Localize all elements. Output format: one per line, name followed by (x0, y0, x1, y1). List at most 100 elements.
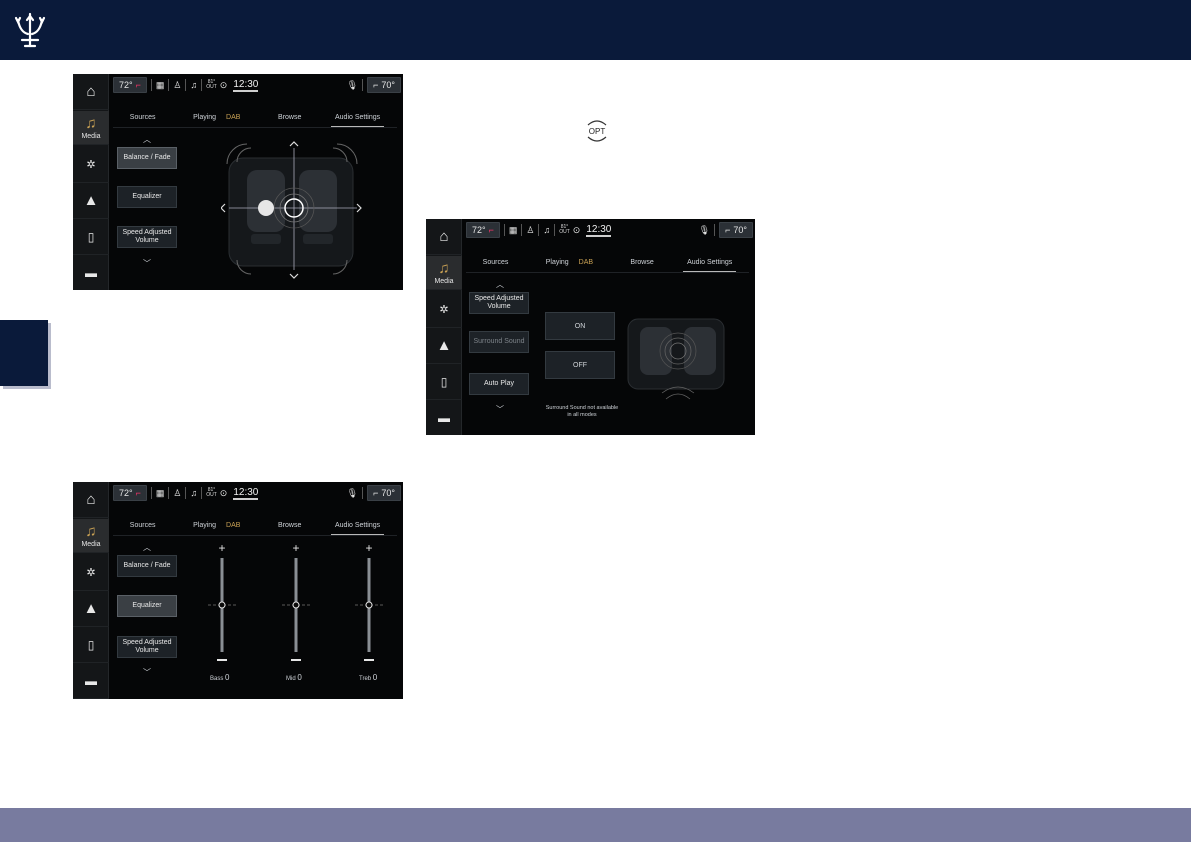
speed-adjusted-volume-button[interactable]: Speed Adjusted Volume (117, 226, 177, 248)
plus-icon[interactable]: + (218, 541, 225, 555)
surround-off-button[interactable]: OFF (545, 351, 615, 379)
balance-handle[interactable] (258, 200, 274, 216)
home-icon: ⌂ (439, 228, 449, 245)
right-arrow-icon[interactable] (356, 203, 362, 213)
temp-right-chip[interactable]: ⌐ 70° (719, 222, 753, 238)
tab-browse[interactable]: Browse (626, 259, 657, 272)
left-arrow-icon[interactable] (221, 203, 226, 213)
tab-sources[interactable]: Sources (126, 522, 160, 535)
phone-icon: ▯ (440, 374, 448, 389)
scroll-up-icon[interactable]: ︿ (141, 134, 153, 145)
plus-icon[interactable]: + (365, 541, 372, 555)
scroll-up-icon[interactable]: ︿ (141, 542, 153, 553)
minus-icon[interactable] (217, 659, 227, 661)
tab-sources[interactable]: Sources (126, 114, 160, 127)
minus-icon[interactable] (291, 659, 301, 661)
media-button[interactable]: ♫ Media (73, 111, 109, 145)
temp-left-chip[interactable]: 72° ⌐ (113, 485, 147, 501)
equalizer-button[interactable]: Equalizer (117, 186, 177, 208)
tab-audio-settings[interactable]: Audio Settings (330, 522, 385, 535)
tab-sources[interactable]: Sources (479, 259, 513, 272)
home-button[interactable]: ⌂ (73, 74, 109, 110)
divider (503, 224, 505, 236)
microphone-icon[interactable]: 🎙 (347, 80, 358, 91)
home-button[interactable]: ⌂ (73, 482, 109, 518)
divider (714, 224, 716, 236)
vehicle-button[interactable]: ▬ (426, 400, 462, 435)
home-button[interactable]: ⌂ (426, 219, 462, 255)
scroll-down-icon[interactable]: ﹀ (494, 404, 506, 415)
music-note-icon: ♫ (85, 523, 97, 540)
nav-rail: ⌂ ♫ Media ✲ ▲ ▯ ▬ (426, 219, 462, 435)
microphone-icon[interactable]: 🎙 (699, 225, 710, 236)
scroll-down-icon[interactable]: ﹀ (141, 258, 153, 269)
equalizer-button[interactable]: Equalizer (117, 595, 177, 617)
tab-browse[interactable]: Browse (274, 114, 305, 127)
temp-right-chip[interactable]: ⌐ 70° (367, 485, 401, 501)
status-bar: 72° ⌐ ▦ ♙ ♫ 81° OUT ⊙ 12:30 🎙 ⌐ 70° (113, 76, 401, 94)
phone-button[interactable]: ▯ (426, 364, 462, 400)
balance-fade-map[interactable] (221, 136, 367, 286)
tab-playing[interactable]: Playing DAB (185, 522, 248, 535)
media-button[interactable]: ♫ Media (73, 519, 109, 553)
car-icon: ▬ (85, 673, 97, 688)
auto-play-button[interactable]: Auto Play (469, 373, 529, 395)
temp-left-chip[interactable]: 72° ⌐ (466, 222, 500, 238)
temp-right-chip[interactable]: ⌐ 70° (367, 77, 401, 93)
equalizer-sliders[interactable]: + + + (203, 540, 393, 670)
divider (554, 224, 556, 236)
eq-slider-treb[interactable]: + (355, 541, 383, 661)
tab-playing[interactable]: Playing DAB (538, 259, 601, 272)
bell-icon[interactable]: ♫ (190, 80, 197, 90)
audio-tabs: Sources Playing DAB Browse Audio Setting… (113, 522, 397, 536)
balance-fade-button[interactable]: Balance / Fade (117, 147, 177, 169)
scroll-up-icon[interactable]: ︿ (494, 279, 506, 290)
eq-slider-bass[interactable]: + (208, 541, 236, 661)
media-button[interactable]: ♫ Media (426, 256, 462, 290)
cabin-diagram-icon (226, 143, 358, 275)
tab-audio-settings[interactable]: Audio Settings (683, 259, 737, 272)
scroll-down-icon[interactable]: ﹀ (141, 667, 153, 678)
seat-heat-icon: ⌐ (488, 225, 494, 235)
down-arrow-icon[interactable] (289, 273, 299, 279)
surround-on-button[interactable]: ON (545, 312, 615, 340)
bell-icon[interactable]: ♫ (543, 225, 550, 235)
divider (201, 487, 203, 499)
climate-button[interactable]: ✲ (73, 147, 109, 183)
bell-icon[interactable]: ♫ (190, 488, 197, 498)
minus-icon[interactable] (364, 659, 374, 661)
phone-icon: ▯ (87, 637, 95, 652)
balance-fade-button[interactable]: Balance / Fade (117, 555, 177, 577)
user-icon[interactable]: ♙ (526, 225, 534, 236)
speed-adjusted-volume-button[interactable]: Speed Adjusted Volume (469, 292, 529, 314)
phone-button[interactable]: ▯ (73, 627, 109, 663)
surround-sound-button[interactable]: Surround Sound (469, 331, 529, 353)
slider-knob[interactable] (292, 601, 300, 609)
navigation-button[interactable]: ▲ (426, 328, 462, 364)
phone-button[interactable]: ▯ (73, 219, 109, 255)
navigation-button[interactable]: ▲ (73, 183, 109, 219)
climate-button[interactable]: ✲ (426, 292, 462, 328)
slider-knob[interactable] (218, 601, 226, 609)
tab-browse[interactable]: Browse (274, 522, 305, 535)
user-icon[interactable]: ♙ (173, 80, 181, 91)
tab-audio-settings[interactable]: Audio Settings (330, 114, 385, 127)
apps-grid-icon[interactable]: ▦ (156, 488, 165, 499)
apps-grid-icon[interactable]: ▦ (156, 80, 165, 91)
plus-icon[interactable]: + (292, 541, 299, 555)
tab-playing[interactable]: Playing DAB (185, 114, 248, 127)
audio-tabs: Sources Playing DAB Browse Audio Setting… (466, 259, 749, 273)
navigation-button[interactable]: ▲ (73, 591, 109, 627)
up-arrow-icon[interactable] (289, 141, 299, 147)
divider (362, 79, 364, 91)
slider-knob[interactable] (365, 601, 373, 609)
vehicle-button[interactable]: ▬ (73, 663, 109, 699)
microphone-icon[interactable]: 🎙 (347, 488, 358, 499)
user-icon[interactable]: ♙ (173, 488, 181, 499)
eq-slider-mid[interactable]: + (282, 541, 310, 661)
speed-adjusted-volume-button[interactable]: Speed Adjusted Volume (117, 636, 177, 658)
vehicle-button[interactable]: ▬ (73, 255, 109, 290)
temp-left-chip[interactable]: 72° ⌐ (113, 77, 147, 93)
apps-grid-icon[interactable]: ▦ (509, 225, 518, 236)
climate-button[interactable]: ✲ (73, 555, 109, 591)
